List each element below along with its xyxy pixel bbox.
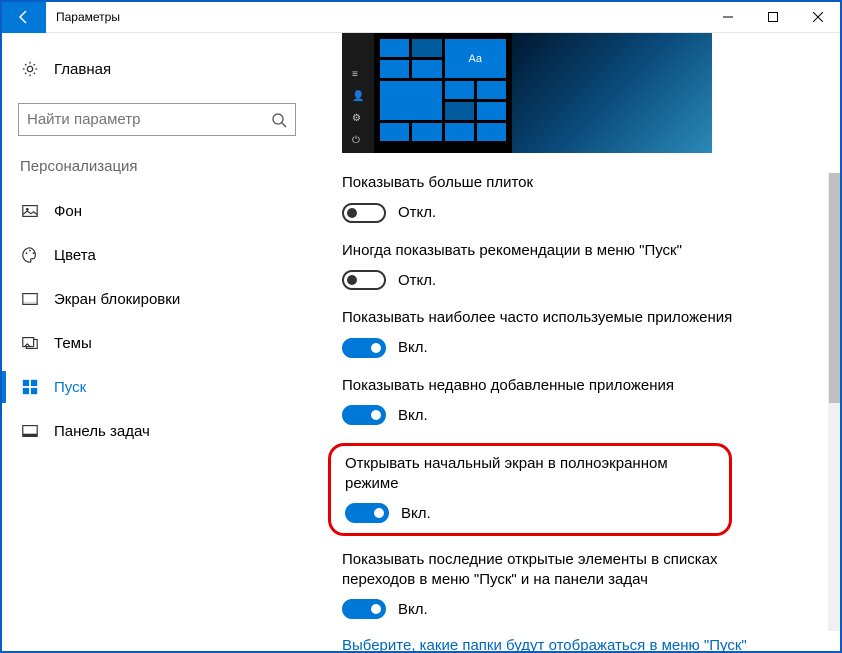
toggle-state-text: Вкл.	[398, 339, 428, 356]
setting-label: Иногда показывать рекомендации в меню "П…	[342, 241, 810, 261]
toggle-state-text: Вкл.	[398, 407, 428, 424]
scroll-thumb[interactable]	[829, 173, 840, 403]
start-icon	[20, 377, 40, 397]
window-controls	[705, 2, 840, 33]
search-input[interactable]	[27, 111, 271, 128]
highlighted-setting: Открывать начальный экран в полноэкранно…	[328, 443, 732, 536]
gear-icon	[20, 59, 40, 79]
close-button[interactable]	[795, 2, 840, 33]
lockscreen-icon	[20, 289, 40, 309]
start-preview: ≡👤⚙⏻ Aa	[342, 33, 712, 153]
choose-folders-link[interactable]: Выберите, какие папки будут отображаться…	[342, 637, 810, 651]
setting-label: Открывать начальный экран в полноэкранно…	[345, 454, 715, 493]
setting-most-used: Показывать наиболее часто используемые п…	[342, 308, 810, 358]
setting-jumplist: Показывать последние открытые элементы в…	[342, 550, 810, 619]
maximize-icon	[768, 12, 778, 22]
toggle-more-tiles[interactable]	[342, 203, 386, 223]
back-button[interactable]	[2, 2, 46, 33]
toggle-state-text: Вкл.	[401, 505, 431, 522]
nav-label: Панель задач	[54, 423, 150, 440]
toggle-most-used[interactable]	[342, 338, 386, 358]
setting-label: Показывать недавно добавленные приложени…	[342, 376, 810, 396]
setting-suggestions: Иногда показывать рекомендации в меню "П…	[342, 241, 810, 291]
setting-label: Показывать последние открытые элементы в…	[342, 550, 742, 589]
toggle-state-text: Откл.	[398, 204, 436, 221]
toggle-fullscreen-start[interactable]	[345, 503, 389, 523]
palette-icon	[20, 245, 40, 265]
toggle-jumplist[interactable]	[342, 599, 386, 619]
minimize-icon	[723, 12, 733, 22]
setting-label: Показывать больше плиток	[342, 173, 810, 193]
home-nav[interactable]: Главная	[2, 53, 312, 85]
nav-item-background[interactable]: Фон	[2, 189, 312, 233]
preview-aa: Aa	[445, 39, 507, 78]
search-icon	[271, 112, 287, 128]
search-box[interactable]	[18, 103, 296, 136]
home-label: Главная	[54, 61, 111, 78]
window-title: Параметры	[46, 10, 705, 24]
nav-label: Экран блокировки	[54, 291, 180, 308]
nav-item-colors[interactable]: Цвета	[2, 233, 312, 277]
setting-recently-added: Показывать недавно добавленные приложени…	[342, 376, 810, 426]
themes-icon	[20, 333, 40, 353]
close-icon	[813, 12, 823, 22]
titlebar: Параметры	[2, 2, 840, 33]
nav-item-themes[interactable]: Темы	[2, 321, 312, 365]
nav-label: Фон	[54, 203, 82, 220]
picture-icon	[20, 201, 40, 221]
sidebar: Главная Персонализация Фон Цвета Экран б…	[2, 33, 312, 651]
toggle-state-text: Вкл.	[398, 601, 428, 618]
maximize-button[interactable]	[750, 2, 795, 33]
toggle-state-text: Откл.	[398, 272, 436, 289]
taskbar-icon	[20, 421, 40, 441]
nav-item-taskbar[interactable]: Панель задач	[2, 409, 312, 453]
nav-label: Пуск	[54, 379, 86, 396]
nav-label: Темы	[54, 335, 92, 352]
nav-label: Цвета	[54, 247, 96, 264]
content-area: ≡👤⚙⏻ Aa Показывать больше плиток Откл.	[312, 33, 840, 651]
nav-item-start[interactable]: Пуск	[2, 365, 312, 409]
setting-label: Показывать наиболее часто используемые п…	[342, 308, 810, 328]
settings-window: Параметры Главная	[2, 2, 840, 651]
arrow-left-icon	[16, 9, 32, 25]
minimize-button[interactable]	[705, 2, 750, 33]
toggle-recently-added[interactable]	[342, 405, 386, 425]
nav-item-lockscreen[interactable]: Экран блокировки	[2, 277, 312, 321]
setting-more-tiles: Показывать больше плиток Откл.	[342, 173, 810, 223]
toggle-suggestions[interactable]	[342, 270, 386, 290]
scrollbar[interactable]	[828, 173, 840, 631]
section-label: Персонализация	[2, 158, 312, 189]
